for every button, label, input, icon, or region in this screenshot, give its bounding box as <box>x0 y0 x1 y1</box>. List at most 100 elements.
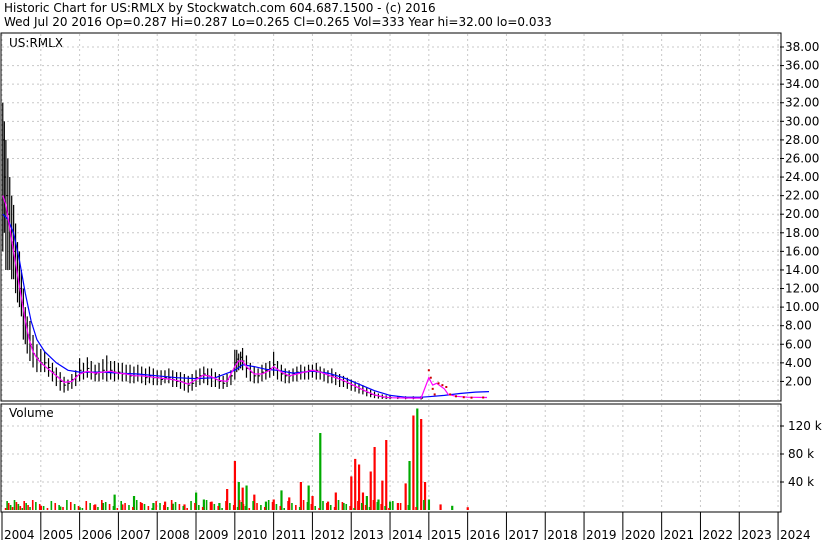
volume-bar-small <box>392 501 394 510</box>
year-tick-label: 2015 <box>431 528 462 542</box>
year-tick-label: 2006 <box>82 528 113 542</box>
price-point <box>437 382 440 385</box>
volume-bar-small <box>333 507 336 510</box>
volume-bar-small <box>267 500 270 510</box>
price-tick-label: 12.00 <box>785 282 819 296</box>
volume-bar-small <box>376 502 379 510</box>
year-tick-label: 2020 <box>625 528 656 542</box>
volume-bar-small <box>205 500 208 510</box>
price-tick-label: 22.00 <box>785 189 819 203</box>
year-tick-label: 2010 <box>237 528 268 542</box>
price-tick-label: 20.00 <box>785 207 819 221</box>
volume-bar-small <box>85 501 88 510</box>
price-panel-label: US:RMLX <box>9 36 63 50</box>
volume-bar-small <box>298 507 301 510</box>
volume-bar-small <box>186 508 188 510</box>
price-tick-label: 18.00 <box>785 226 819 240</box>
volume-bar-small <box>104 502 107 510</box>
price-point <box>433 393 436 396</box>
volume-bar-small <box>287 501 289 510</box>
price-point <box>454 395 457 398</box>
volume-bar-small <box>326 503 328 510</box>
volume-bar-small <box>198 505 200 510</box>
volume-bar-small <box>240 502 243 510</box>
price-tick-label: 16.00 <box>785 244 819 258</box>
volume-bar-small <box>6 501 8 510</box>
year-tick-label: 2008 <box>159 528 190 542</box>
volume-bar-small <box>42 506 45 510</box>
price-point <box>462 396 465 399</box>
volume-bar <box>350 476 353 510</box>
volume-bar-small <box>13 500 16 510</box>
price-point <box>449 393 452 396</box>
volume-bar-small <box>93 505 95 510</box>
volume-bar-small <box>283 508 285 510</box>
volume-panel-label: Volume <box>9 406 54 420</box>
price-point <box>482 396 485 399</box>
volume-bar-small <box>295 505 297 510</box>
volume-bar-small <box>97 507 99 510</box>
volume-bar-small <box>260 505 262 510</box>
volume-bar-small <box>423 500 425 510</box>
volume-bar-small <box>201 507 204 510</box>
volume-bar <box>416 408 419 510</box>
volume-bar-small <box>238 500 241 510</box>
volume-bar-small <box>194 503 196 510</box>
volume-bar-small <box>170 500 173 510</box>
volume-bar-small <box>357 501 359 510</box>
volume-bar <box>354 458 357 510</box>
price-point <box>427 369 430 372</box>
volume-bar-small <box>349 506 351 510</box>
volume-bar-small <box>310 504 313 510</box>
volume-bar-small <box>159 503 161 510</box>
volume-bar-small <box>217 506 220 510</box>
volume-bar <box>233 461 237 510</box>
volume-bar-small <box>360 503 363 510</box>
price-point <box>429 376 432 379</box>
volume-bar <box>396 503 399 510</box>
volume-bar-small <box>151 508 154 510</box>
volume-bar-small <box>242 504 245 510</box>
volume-bar <box>369 471 372 510</box>
moving-average-short <box>2 195 488 399</box>
volume-bar-small <box>190 501 192 510</box>
volume-bar-small <box>209 502 212 510</box>
year-tick-label: 2024 <box>780 528 811 542</box>
volume-bar-small <box>302 500 305 510</box>
volume-bar-small <box>15 502 18 510</box>
volume-bar-small <box>166 507 169 510</box>
volume-bar-small <box>19 506 22 510</box>
volume-bar-small <box>415 507 417 510</box>
price-tick-label: 34.00 <box>785 77 819 91</box>
volume-bar-small <box>353 508 355 510</box>
year-tick-label: 2014 <box>392 528 423 542</box>
volume-bar-small <box>182 506 185 510</box>
price-tick-label: 28.00 <box>785 133 819 147</box>
volume-bar-small <box>27 505 29 510</box>
volume-bar-small <box>21 508 24 510</box>
volume-bar-small <box>322 501 324 510</box>
volume-tick-label: 80 k <box>788 447 814 461</box>
volume-bar <box>299 482 302 510</box>
price-tick-label: 26.00 <box>785 151 819 165</box>
volume-bar-small <box>163 505 165 510</box>
volume-bar-small <box>318 508 320 510</box>
volume-bar-small <box>58 505 60 510</box>
volume-bar-small <box>66 500 68 510</box>
volume-bar-small <box>81 508 84 510</box>
volume-bar-small <box>108 504 111 510</box>
volume-bar-small <box>62 507 64 510</box>
volume-bar-small <box>112 506 115 510</box>
year-tick-label: 2022 <box>702 528 733 542</box>
volume-bar-small <box>77 506 80 510</box>
volume-bar-small <box>256 503 258 510</box>
volume-bar-small <box>128 505 130 510</box>
volume-bar <box>319 433 322 510</box>
price-tick-label: 24.00 <box>785 170 819 184</box>
volume-bar-small <box>4 508 7 510</box>
volume-bar-small <box>139 502 142 510</box>
volume-bar-small <box>101 500 103 510</box>
stock-chart: US:RMLX Volume 38.00 36.00 34.00 32.00 30.00… <box>0 32 822 542</box>
volume-bar-small <box>229 503 231 510</box>
volume-bar <box>412 415 415 510</box>
